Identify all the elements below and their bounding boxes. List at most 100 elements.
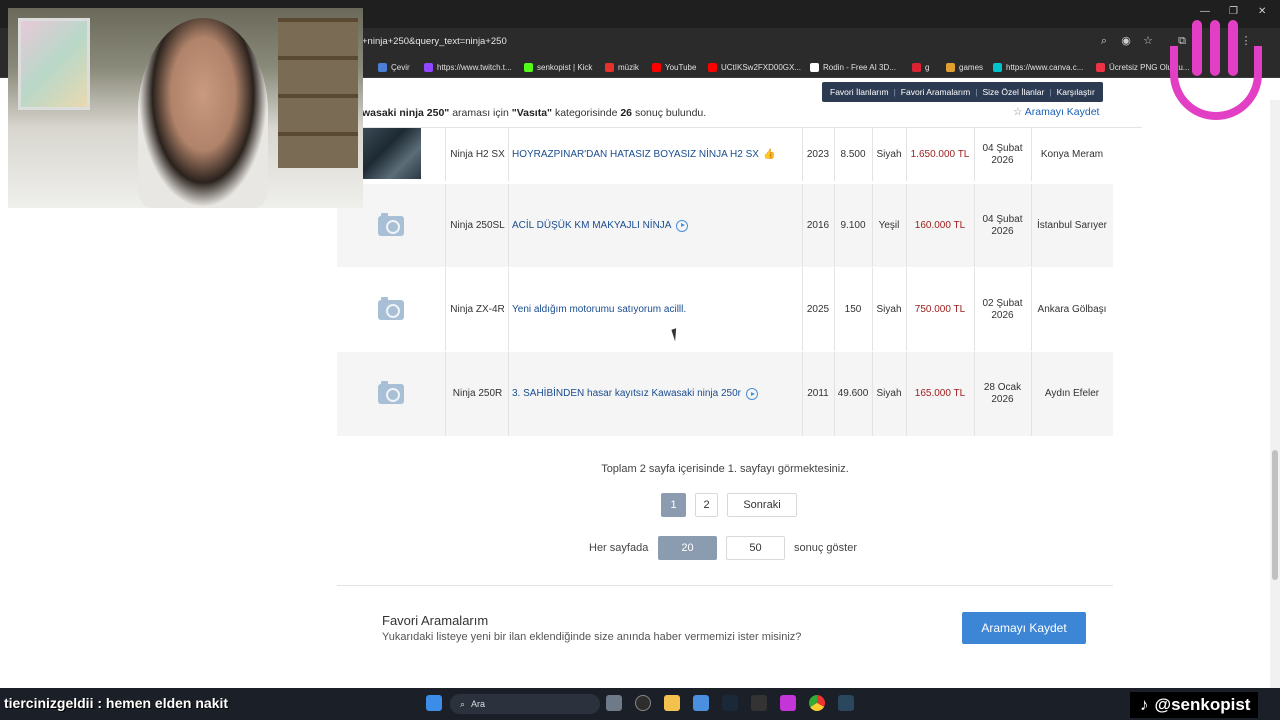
site-header [362, 80, 1280, 104]
bookmark-item[interactable]: https://www.twitch.t... [424, 60, 512, 74]
listing-price: 160.000 TL [914, 219, 966, 231]
per-page-20-button[interactable]: 20 [658, 536, 717, 560]
epic-games-icon[interactable] [751, 695, 767, 711]
column-divider [508, 184, 509, 267]
close-icon[interactable]: ✕ [1258, 6, 1266, 17]
task-view-icon[interactable] [606, 695, 622, 711]
summary-text-2: kategorisinde [552, 107, 621, 119]
bookmark-favicon-icon [378, 62, 387, 72]
favorite-searches-title: Favori Aramalarım [382, 613, 489, 628]
pagination-info: Toplam 2 sayfa içerisinde 1. sayfayı gör… [601, 463, 849, 475]
save-search-link[interactable]: ☆ Aramayı Kaydet [1013, 106, 1099, 118]
search-query: wasaki ninja 250" [362, 107, 450, 119]
bookmark-label: g [925, 62, 930, 72]
next-page-button[interactable]: Sonraki [727, 493, 797, 517]
listing-date: 04 Şubat 2026 [982, 142, 1023, 166]
page-2-button[interactable]: 2 [695, 493, 718, 517]
bookmark-label: müzik [618, 62, 639, 72]
listing-color: Yeşil [878, 219, 900, 231]
summary-text-1: araması için [449, 107, 512, 119]
bookmark-item[interactable]: https://www.canva.c... [993, 60, 1083, 74]
bookmark-item[interactable]: games [946, 60, 983, 74]
tiktok-icon: ♪ [1140, 695, 1149, 714]
store-icon[interactable] [693, 695, 709, 711]
nav-separator: | [893, 87, 896, 97]
listing-title-link[interactable]: 3. SAHİBİNDEN hasar kayıtsız Kawasaki ni… [512, 352, 802, 436]
listing-location: Konya Meram [1040, 148, 1104, 160]
obs-icon[interactable] [635, 695, 651, 711]
eye-off-icon[interactable]: ◉ [1120, 34, 1132, 48]
per-page-50-button[interactable]: 50 [726, 536, 785, 560]
bookmark-item[interactable]: müzik [605, 60, 639, 74]
column-divider [508, 128, 509, 181]
taskbar-search-placeholder: Ara [471, 699, 486, 709]
bookmark-item[interactable]: senkopist | Kick [524, 60, 592, 74]
nav-separator: | [975, 87, 978, 97]
steam-client-icon[interactable] [838, 695, 854, 711]
listing-title[interactable]: 3. SAHİBİNDEN hasar kayıtsız Kawasaki ni… [512, 388, 741, 400]
bookmark-label: senkopist | Kick [537, 62, 593, 72]
taskbar-search[interactable]: ⌕ Ara [450, 694, 600, 714]
listing-title-link[interactable]: HOYRAZPINAR'DAN HATASIZ BOYASIZ NİNJA H2… [512, 128, 802, 181]
wall-painting [18, 18, 90, 110]
listing-location: İstanbul Sarıyer [1036, 219, 1108, 231]
file-explorer-icon[interactable] [664, 695, 680, 711]
listing-price: 750.000 TL [914, 303, 966, 315]
minimize-icon[interactable]: — [1200, 6, 1210, 17]
listing-date: 28 Ocak 2026 [983, 382, 1022, 405]
summary-text-3: sonuç bulundu. [632, 107, 707, 119]
listing-title[interactable]: Yeni aldığım motorumu satıyorum acilll. [512, 304, 686, 316]
listing-color: Siyah [876, 388, 902, 399]
search-category: "Vasıta" [511, 107, 553, 119]
listing-km: 150 [844, 303, 862, 315]
maximize-icon[interactable]: ❐ [1229, 6, 1238, 17]
listing-title-link[interactable]: ACİL DÜŞÜK KM MAKYAJLI NİNJA [512, 184, 802, 267]
app-icon[interactable] [780, 695, 796, 711]
nav-compare[interactable]: Karşılaştır [1057, 87, 1095, 97]
nav-favorite-listings[interactable]: Favori İlanlarım [830, 87, 889, 97]
scrollbar-track[interactable] [1270, 100, 1280, 688]
bookmark-item[interactable]: UCtIKSw2FXD00GX... [708, 60, 801, 74]
bookmark-star-icon[interactable]: ☆ [1142, 34, 1154, 48]
bookmark-favicon-icon [1096, 62, 1105, 72]
nav-separator: | [1049, 87, 1052, 97]
listing-color: Siyah [876, 303, 902, 315]
per-page-label: Her sayfada [589, 542, 649, 554]
nav-favorite-searches[interactable]: Favori Aramalarım [901, 87, 970, 97]
bookmark-label: YouTube [665, 62, 697, 72]
bookmark-favicon-icon [810, 62, 819, 72]
save-search-button[interactable]: Aramayı Kaydet [962, 612, 1086, 644]
listing-title[interactable]: HOYRAZPINAR'DAN HATASIZ BOYASIZ NİNJA H2… [512, 149, 759, 161]
bookmark-label: https://www.twitch.t... [437, 62, 512, 72]
listing-date: 02 Şubat 2026 [982, 297, 1023, 321]
bookmark-item[interactable]: YouTube [652, 60, 696, 74]
bookmark-favicon-icon [424, 62, 433, 72]
listing-model: Ninja H2 SX [450, 148, 505, 160]
listing-km: 8.500 [840, 148, 866, 160]
listing-date: 04 Şubat 2026 [982, 213, 1023, 237]
page-1-button[interactable]: 1 [661, 493, 686, 517]
steam-icon[interactable] [722, 695, 738, 711]
scrollbar-thumb[interactable] [1272, 450, 1278, 580]
listing-thumbnail[interactable] [362, 128, 421, 179]
bookmark-item[interactable]: Rodin - Free AI 3D... [810, 60, 896, 74]
column-divider [508, 268, 509, 351]
streamer-image [138, 18, 268, 208]
listing-km: 9.100 [840, 219, 866, 231]
address-bar[interactable]: +ninja+250&query_text=ninja+250 [362, 33, 1162, 51]
bookmark-item[interactable]: Çevir [378, 60, 410, 74]
listing-title[interactable]: ACİL DÜŞÜK KM MAKYAJLI NİNJA [512, 220, 671, 232]
windows-start-icon[interactable] [426, 695, 442, 711]
favorite-searches-description: Yukarıdaki listeye yeni bir ilan eklendi… [382, 631, 802, 643]
listing-title-link[interactable]: Yeni aldığım motorumu satıyorum acilll. [512, 268, 802, 351]
save-search-label: Aramayı Kaydet [1024, 106, 1100, 118]
video-play-icon [745, 388, 758, 400]
chrome-icon[interactable] [809, 695, 825, 711]
column-divider [445, 184, 446, 267]
listing-photo [337, 268, 445, 351]
tiktok-handle: ♪ @senkopist [1130, 692, 1259, 718]
camera-icon [378, 212, 404, 236]
bookmark-item[interactable]: g [912, 60, 929, 74]
zoom-icon[interactable]: ⌕ [1098, 34, 1110, 48]
nav-special-listings[interactable]: Size Özel İlanlar [982, 87, 1044, 97]
